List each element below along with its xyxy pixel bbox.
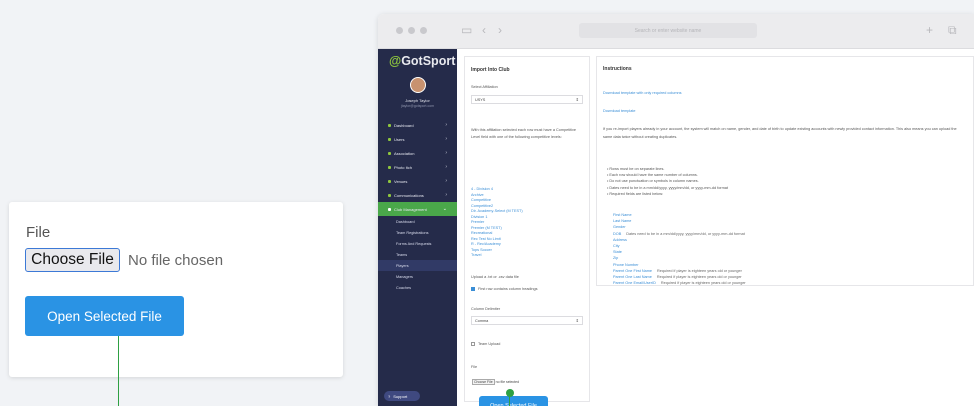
required-field: DOB Dates need to be in a mm/dd/yyyy, yyy… bbox=[613, 231, 745, 236]
new-tab-icon[interactable]: + bbox=[926, 23, 933, 37]
required-fields-list: First Name Last Name Gender DOB Dates nee… bbox=[613, 212, 746, 286]
sidebar-item-venues[interactable]: Venues › bbox=[378, 174, 457, 188]
file-upload-callout: File Choose File No file chosen Open Sel… bbox=[9, 202, 343, 377]
sidebar-item-association[interactable]: Association › bbox=[378, 146, 457, 160]
list-item: • Required fields are listed below: bbox=[607, 191, 664, 196]
sidebar-item-club-management[interactable]: Club Management ⌄ bbox=[378, 202, 457, 216]
sidebar-item-dashboard[interactable]: Dashboard › bbox=[378, 118, 457, 132]
import-into-club-panel: Import Into Club Select Affiliation USYS… bbox=[464, 56, 590, 406]
affiliation-select[interactable]: USYS ⇕ bbox=[471, 95, 583, 104]
zoom-window-dot[interactable] bbox=[420, 27, 427, 34]
sidebar-subitem-players[interactable]: Players bbox=[378, 260, 457, 271]
delimiter-select[interactable]: Comma ⇕ bbox=[471, 316, 583, 325]
help-icon: ? bbox=[388, 393, 391, 399]
sidebar-subitem-teams[interactable]: Teams bbox=[378, 249, 457, 260]
instructions-title: Instructions bbox=[603, 66, 632, 72]
callout-connector-line bbox=[118, 336, 119, 406]
sidebar-subitem-forms-and-requests[interactable]: Forms And Requests bbox=[378, 238, 457, 249]
forward-icon[interactable]: › bbox=[498, 23, 502, 37]
required-field: Parent One Email/UserID Required if playe… bbox=[613, 281, 746, 286]
chevron-right-icon: › bbox=[445, 122, 447, 128]
sidebar-toggle-icon[interactable]: ▭ bbox=[461, 23, 472, 37]
select-arrow-icon: ⇕ bbox=[575, 97, 579, 102]
chevron-right-icon: › bbox=[445, 136, 447, 142]
tabs-overview-icon[interactable]: ⧉ bbox=[948, 23, 957, 38]
chevron-right-icon: › bbox=[445, 192, 447, 198]
user-name: Joseph Taylor bbox=[405, 98, 430, 103]
chevron-right-icon: › bbox=[445, 164, 447, 170]
affiliation-label: Select Affiliation bbox=[471, 85, 498, 89]
affiliation-help-text: With this affiliation selected each row … bbox=[471, 128, 577, 139]
dashboard-icon bbox=[388, 123, 391, 127]
download-template-link[interactable]: Download template bbox=[603, 109, 636, 113]
mini-file-input: Choose File no file selected bbox=[472, 379, 520, 385]
headings-checkbox[interactable] bbox=[471, 287, 475, 291]
gotsport-logo[interactable]: @GotSport bbox=[389, 54, 455, 68]
address-bar[interactable]: Search or enter website name bbox=[579, 23, 757, 38]
mini-file-label: File bbox=[471, 365, 478, 369]
instructions-panel: Instructions Download template with only… bbox=[596, 56, 974, 286]
upload-label: Upload a .txt or .csv data file bbox=[471, 275, 519, 279]
file-label: File bbox=[26, 224, 51, 241]
instructions-paragraph: If you re-import players already in your… bbox=[603, 127, 957, 139]
mini-choose-file-button[interactable]: Choose File bbox=[472, 379, 495, 385]
open-selected-file-button[interactable]: Open Selected File bbox=[25, 296, 184, 336]
mini-open-selected-file-button[interactable]: Open Selected File bbox=[479, 396, 548, 406]
sidebar-item-photo-itch[interactable]: Photo Itch › bbox=[378, 160, 457, 174]
download-required-template-link[interactable]: Download template with only required col… bbox=[603, 91, 682, 95]
level-item: Dir. Academy-Select (M TEST) bbox=[471, 209, 523, 213]
communications-icon bbox=[388, 193, 391, 197]
no-file-chosen-text: No file chosen bbox=[128, 252, 224, 269]
select-arrow-icon: ⇕ bbox=[575, 318, 579, 323]
headings-checkbox-label: First row contains column headings bbox=[478, 287, 538, 291]
chevron-down-icon: ⌄ bbox=[442, 206, 447, 212]
club-management-icon bbox=[388, 207, 391, 211]
list-item: • Dates need to be in a mm/dd/yyyy, yyyy… bbox=[607, 185, 728, 190]
close-window-dot[interactable] bbox=[396, 27, 403, 34]
panel-title: Import Into Club bbox=[471, 67, 510, 73]
highlight-connector-line bbox=[509, 395, 510, 406]
sidebar-item-communications[interactable]: Communications › bbox=[378, 188, 457, 202]
highlight-dot bbox=[506, 389, 514, 397]
sidebar-subitem-dashboard[interactable]: Dashboard bbox=[378, 216, 457, 227]
browser-titlebar: ▭ ‹ › Search or enter website name + ⧉ bbox=[378, 14, 974, 49]
sidebar-subitem-managers[interactable]: Managers bbox=[378, 271, 457, 282]
sidebar-subitem-coaches[interactable]: Coaches bbox=[378, 282, 457, 293]
user-email: jtaylor@gotsport.com bbox=[400, 104, 435, 108]
chevron-right-icon: › bbox=[445, 178, 447, 184]
sidebar-nav: Dashboard › Users › Association › Photo Itc… bbox=[378, 118, 457, 293]
venues-icon bbox=[388, 179, 391, 183]
avatar[interactable] bbox=[410, 77, 426, 93]
photo-icon bbox=[388, 165, 391, 169]
minimize-window-dot[interactable] bbox=[408, 27, 415, 34]
choose-file-button[interactable]: Choose File bbox=[25, 248, 120, 272]
chevron-right-icon: › bbox=[445, 150, 447, 156]
mini-no-file-text: no file selected bbox=[495, 380, 520, 384]
support-button[interactable]: ? Support bbox=[384, 391, 420, 401]
delimiter-label: Column Delimiter bbox=[471, 307, 501, 311]
users-icon bbox=[388, 137, 391, 141]
team-upload-checkbox[interactable] bbox=[471, 342, 475, 346]
sidebar-subitem-team-registrations[interactable]: Team Registrations bbox=[378, 227, 457, 238]
level-item: Travel bbox=[471, 253, 482, 257]
sidebar: @GotSport Joseph Taylor jtaylor@gotsport… bbox=[378, 49, 457, 406]
team-upload-label: Team Upload bbox=[478, 342, 501, 346]
sidebar-item-users[interactable]: Users › bbox=[378, 132, 457, 146]
association-icon bbox=[388, 151, 391, 155]
browser-window: ▭ ‹ › Search or enter website name + ⧉ @… bbox=[378, 14, 974, 406]
instructions-bullet-list: • Rows must be on separate lines. • Each… bbox=[607, 166, 728, 197]
back-icon[interactable]: ‹ bbox=[482, 23, 486, 37]
competitive-levels-list: 4 - Division 4 Archive Competitive Compe… bbox=[471, 187, 523, 259]
